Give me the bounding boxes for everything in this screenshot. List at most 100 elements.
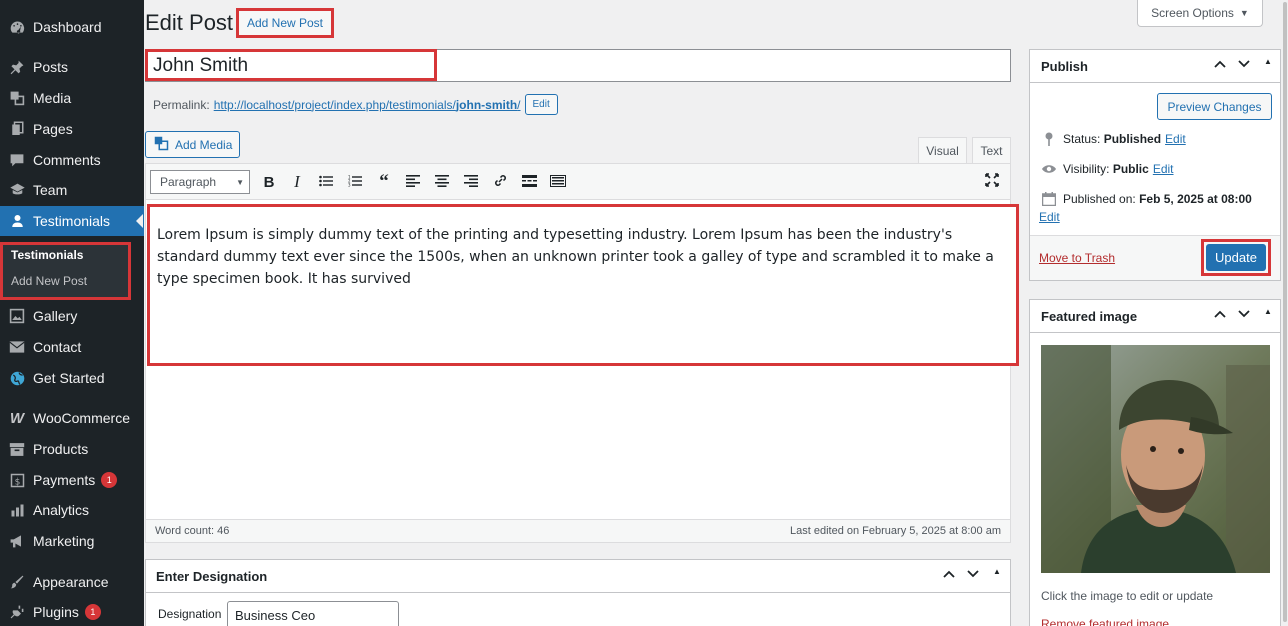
move-down-icon[interactable]	[1237, 57, 1251, 71]
dashboard-icon	[8, 18, 26, 36]
sidebar-item-label: Marketing	[33, 533, 95, 549]
payments-count-badge: 1	[101, 472, 118, 488]
sidebar-item-testimonials[interactable]: Testimonials	[0, 206, 144, 236]
permalink-slug: john-smith	[455, 97, 518, 112]
sidebar-item-marketing[interactable]: Marketing	[0, 526, 144, 556]
status-value: Published	[1103, 132, 1162, 146]
italic-button[interactable]: I	[286, 172, 308, 192]
numbered-list-button[interactable]: 123	[344, 172, 366, 192]
remove-featured-image-link[interactable]: Remove featured image	[1041, 617, 1169, 626]
sidebar-item-team[interactable]: Team	[0, 175, 144, 205]
editor-content[interactable]: Lorem Ipsum is simply dummy text of the …	[147, 204, 1019, 366]
move-to-trash-link[interactable]: Move to Trash	[1039, 251, 1115, 265]
pin-icon	[8, 58, 26, 76]
fullscreen-button[interactable]	[981, 172, 1003, 192]
pin-icon	[1041, 132, 1057, 146]
sidebar-item-pages[interactable]: Pages	[0, 114, 144, 144]
update-button-label: Update	[1206, 244, 1266, 271]
bulleted-list-button[interactable]	[315, 172, 337, 192]
status-row: Status: Published Edit	[1041, 132, 1186, 146]
sidebar-item-label: Gallery	[33, 308, 78, 324]
toggle-panel-icon[interactable]: ▲	[1261, 57, 1275, 71]
permalink-end: /	[517, 97, 521, 112]
toggle-panel-icon[interactable]: ▲	[1261, 307, 1275, 321]
tab-visual[interactable]: Visual	[918, 137, 967, 164]
quote-icon: “	[379, 171, 389, 192]
svg-text:3: 3	[348, 182, 351, 187]
sidebar-item-comments[interactable]: Comments	[0, 145, 144, 175]
italic-icon: I	[294, 172, 300, 191]
visibility-edit-link[interactable]: Edit	[1153, 162, 1174, 176]
blockquote-button[interactable]: “	[373, 171, 395, 192]
move-down-icon[interactable]	[966, 567, 980, 581]
dollar-icon: $	[8, 471, 26, 489]
sidebar-item-media[interactable]: Media	[0, 83, 144, 113]
permalink-base: http://localhost/project/index.php/testi…	[213, 97, 456, 112]
post-title-input[interactable]: John Smith	[153, 55, 248, 77]
publish-metabox: Publish ▲ Preview Changes Status: Publis…	[1029, 49, 1281, 281]
featured-header: Featured image ▲	[1030, 300, 1280, 333]
megaphone-icon	[8, 532, 26, 550]
submenu-item-add-new[interactable]: Add New Post	[11, 274, 87, 288]
bar-chart-icon	[8, 501, 26, 519]
add-new-post-button[interactable]: Add New Post	[236, 8, 334, 38]
status-edit-link[interactable]: Edit	[1165, 132, 1186, 146]
align-left-button[interactable]	[402, 172, 424, 192]
toolbar-toggle-button[interactable]	[547, 172, 569, 192]
move-down-icon[interactable]	[1237, 307, 1251, 321]
link-icon	[493, 173, 508, 192]
sidebar-item-label: Testimonials	[33, 213, 111, 229]
submenu-item-testimonials[interactable]: Testimonials	[11, 248, 83, 262]
sidebar-item-dashboard[interactable]: Dashboard	[0, 12, 144, 42]
sidebar-item-appearance[interactable]: Appearance	[0, 567, 144, 597]
toggle-panel-icon[interactable]: ▲	[990, 567, 1004, 581]
designation-box-controls: ▲	[942, 567, 1004, 581]
scrollbar-thumb[interactable]	[1283, 2, 1287, 622]
woo-icon: W	[9, 409, 25, 427]
publish-actions: Move to Trash Update	[1030, 235, 1280, 280]
word-count: Word count: 46	[155, 525, 230, 537]
publish-header: Publish ▲	[1030, 50, 1280, 83]
post-editor: Paragraph ▼ B I 123 “ Lorem Ipsum is sim…	[145, 163, 1019, 543]
align-center-icon	[435, 174, 449, 191]
editor-status-bar: Word count: 46 Last edited on February 5…	[146, 519, 1010, 542]
sidebar-item-plugins[interactable]: Plugins 1	[0, 597, 144, 626]
sidebar-item-get-started[interactable]: Get Started	[0, 363, 144, 393]
designation-metabox: Enter Designation ▲ Designation Business…	[145, 559, 1011, 626]
sidebar-item-label: Contact	[33, 339, 82, 355]
move-up-icon[interactable]	[942, 567, 956, 581]
sidebar-item-posts[interactable]: Posts	[0, 52, 144, 82]
format-select[interactable]: Paragraph ▼	[150, 170, 250, 194]
sidebar-item-label: Plugins	[33, 604, 79, 620]
update-button[interactable]: Update	[1201, 239, 1271, 276]
permalink-edit-button[interactable]: Edit	[524, 94, 558, 115]
preview-changes-button[interactable]: Preview Changes	[1157, 93, 1272, 120]
tab-text[interactable]: Text	[972, 137, 1011, 164]
align-right-icon	[464, 174, 478, 191]
align-center-button[interactable]	[431, 172, 453, 192]
sidebar-item-gallery[interactable]: Gallery	[0, 301, 144, 331]
bold-button[interactable]: B	[258, 172, 280, 192]
team-icon	[8, 181, 26, 199]
screen-options-button[interactable]: Screen Options ▼	[1137, 0, 1263, 27]
sidebar-item-woocommerce[interactable]: W WooCommerce	[0, 403, 144, 433]
add-media-button[interactable]: Add Media	[145, 131, 240, 158]
move-up-icon[interactable]	[1213, 307, 1227, 321]
featured-image-metabox: Featured image ▲ Click the image to edit…	[1029, 299, 1281, 626]
insert-link-button[interactable]	[489, 172, 511, 192]
permalink-label: Permalink:	[153, 97, 210, 112]
sidebar-item-products[interactable]: Products	[0, 434, 144, 464]
featured-image-hint: Click the image to edit or update	[1041, 589, 1214, 603]
caret-down-icon: ▼	[236, 177, 244, 187]
sidebar-item-analytics[interactable]: Analytics	[0, 495, 144, 525]
plug-icon	[8, 603, 26, 621]
sidebar-item-contact[interactable]: Contact	[0, 332, 144, 362]
designation-input[interactable]: Business Ceo	[227, 601, 399, 626]
published-edit-link[interactable]: Edit	[1039, 210, 1060, 224]
sidebar-item-payments[interactable]: $ Payments 1	[0, 465, 144, 495]
align-right-button[interactable]	[460, 172, 482, 192]
read-more-button[interactable]	[518, 172, 540, 192]
permalink-link[interactable]: http://localhost/project/index.php/testi…	[214, 98, 521, 112]
featured-image-photo[interactable]	[1041, 345, 1270, 573]
move-up-icon[interactable]	[1213, 57, 1227, 71]
